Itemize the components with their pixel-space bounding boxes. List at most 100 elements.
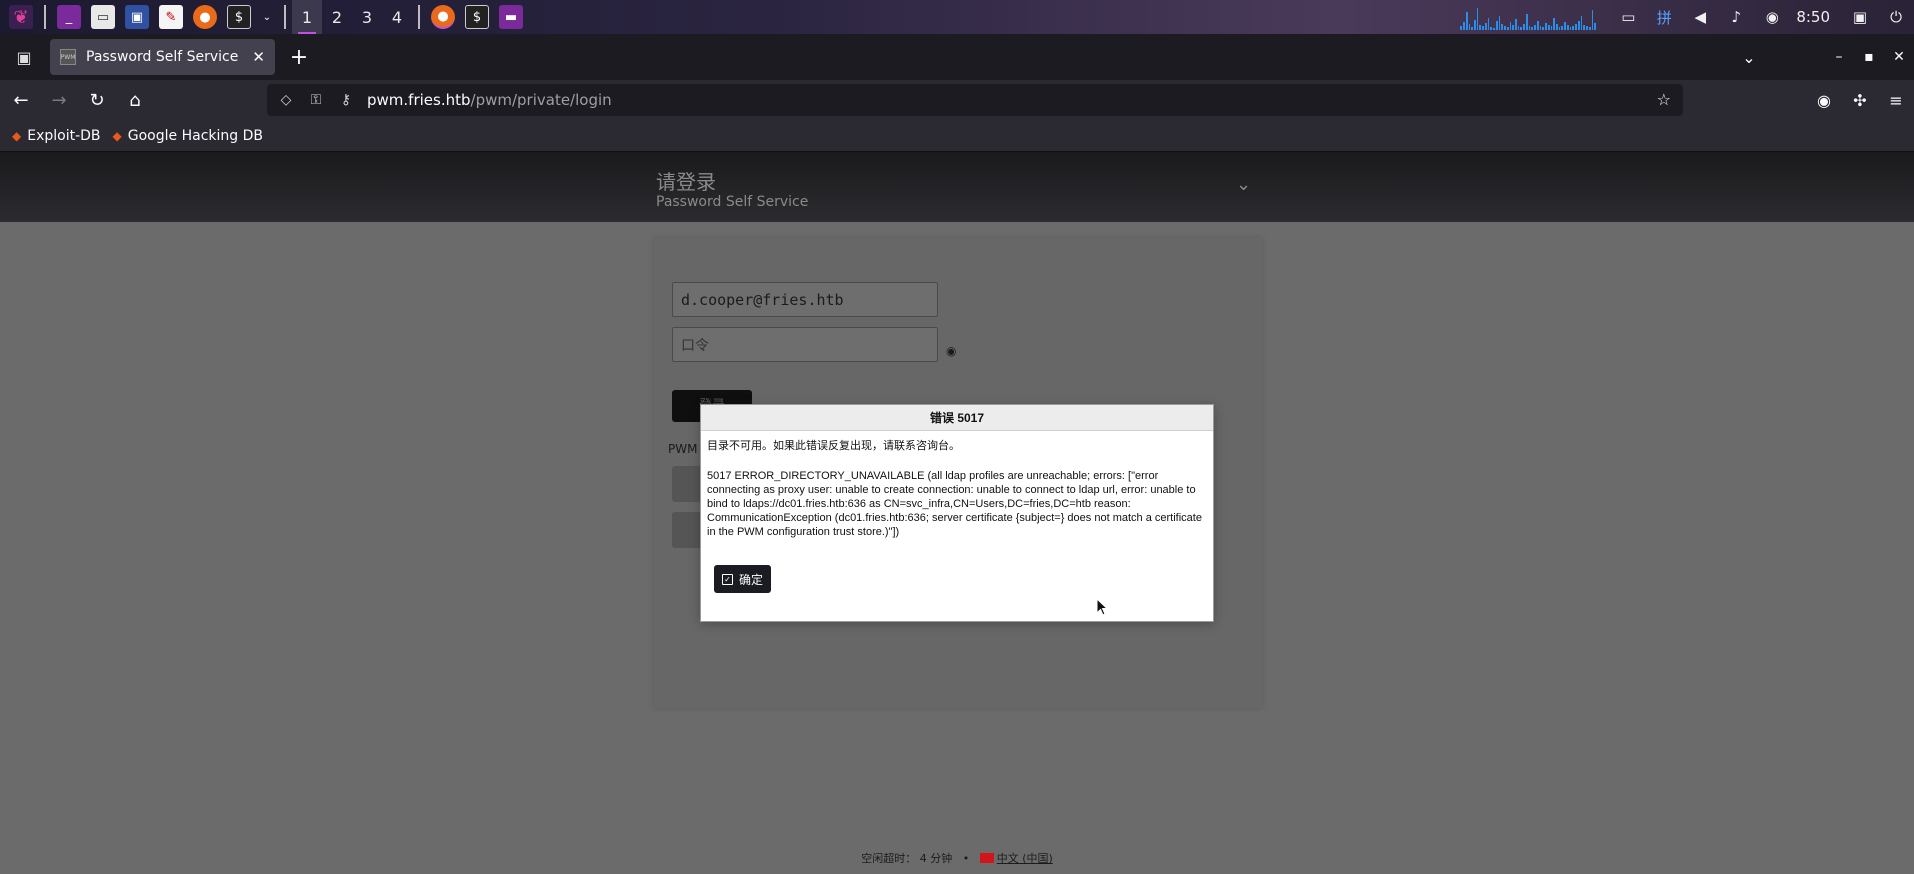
cpu-graph-bar [1572,26,1575,30]
kali-menu-icon[interactable]: ❦ [9,5,33,29]
cpu-graph-bar [1512,25,1514,30]
url-host: pwm.fries.htb [367,91,471,109]
cpu-graph-bar [1550,26,1553,30]
cpu-graph-bar [1473,20,1476,30]
idle-timeout-text: 空闲超时： 4 分钟 [861,852,953,865]
terminal-window-icon[interactable]: $ [465,5,489,29]
bookmark-google-hacking-db[interactable]: ◆ Google Hacking DB [113,128,263,144]
workspace-3[interactable]: 3 [352,0,382,34]
pwm-favicon-icon: PWM [60,49,76,65]
new-tab-plus-icon[interactable]: + [283,41,315,73]
pwm-header: 请登录 Password Self Service ⌄ [0,152,1914,222]
url-text[interactable]: pwm.fries.htb/pwm/private/login [367,91,612,109]
cpu-graph-bar [1561,26,1564,30]
volume-icon[interactable]: ◀ [1690,7,1710,27]
cpu-graph-bar [1536,21,1539,30]
home-icon[interactable]: ⌂ [118,83,152,117]
bookmark-exploit-db[interactable]: ◆ Exploit-DB [12,128,101,144]
close-window-icon[interactable]: ✕ [1884,49,1914,65]
cpu-graph-bar [1588,27,1591,30]
password-field[interactable]: 口令 [672,327,938,362]
cpu-graph-bar [1553,18,1556,30]
tab-close-icon[interactable]: ✕ [252,48,265,66]
dialog-error-detail: 5017 ERROR_DIRECTORY_UNAVAILABLE (all ld… [707,470,1202,538]
cpu-graph-bar [1487,18,1490,30]
cpu-graph-bar [1460,26,1463,30]
checkmark-icon: ✓ [722,573,733,585]
list-all-tabs-chevron-icon[interactable]: ⌄ [1734,48,1764,67]
reload-icon[interactable]: ↻ [80,83,114,117]
display-icon[interactable]: ▭ [1618,7,1638,27]
lock-icon[interactable]: ▣ [1850,7,1870,27]
cpu-graph-bar [1482,26,1484,30]
file-manager-icon[interactable]: ▭ [91,5,115,29]
browser-tab-bar: ▣ PWM Password Self Service ✕ + ⌄ – ▪ ✕ [0,34,1914,80]
cpu-graph-bar [1542,27,1545,30]
username-field[interactable]: d.cooper@fries.htb [672,282,938,317]
show-password-eye-icon[interactable]: ◉ [946,344,956,358]
cpu-graph-bar [1463,22,1465,30]
workspace-2[interactable]: 2 [322,0,352,34]
terminal-launcher-icon[interactable]: _ [57,5,81,29]
url-bar[interactable]: ◇ ⚿ ⚷ pwm.fries.htb/pwm/private/login ☆ [267,84,1683,116]
cpu-graph-bar [1525,14,1528,30]
back-arrow-icon[interactable]: ← [4,83,38,117]
hamburger-menu-icon[interactable]: ≡ [1878,91,1914,110]
cpu-graph-bar [1468,24,1471,30]
notifications-bell-icon[interactable]: ♪ [1726,7,1746,27]
firefox-launcher-icon[interactable]: ● [193,5,217,29]
workspace-4[interactable]: 4 [382,0,412,34]
cpu-graph-bar [1471,27,1473,30]
power-icon[interactable]: ◉ [1762,7,1782,27]
mouse-cursor-icon [1096,598,1108,616]
forward-arrow-icon[interactable]: → [42,83,76,117]
account-icon[interactable]: ◉ [1806,91,1842,110]
cpu-graph-bar [1539,26,1542,30]
text-editor-icon[interactable]: ✎ [159,5,183,29]
cpu-graph-bar [1591,10,1594,30]
cpu-graph-bar [1564,22,1566,30]
logout-icon[interactable]: ⏻ [1886,7,1906,27]
firefox-view-icon[interactable]: ▣ [6,39,42,75]
taskbar-clock[interactable]: 8:50 [1796,8,1830,26]
root-terminal-icon[interactable]: $ [227,5,251,29]
cpu-graph-bar [1509,22,1512,30]
site-security-lock-icon[interactable]: ⚿ [305,92,327,108]
cpu-graph-bar [1501,24,1504,30]
cpu-graph-bar [1515,19,1517,30]
minimize-icon[interactable]: – [1824,49,1854,65]
extensions-puzzle-icon[interactable]: ✣ [1842,91,1878,110]
tab-password-self-service[interactable]: PWM Password Self Service ✕ [50,39,275,75]
cpu-graph-bar [1575,24,1577,30]
folder-window-icon[interactable]: ▬ [499,5,523,29]
cpu-graph-bar [1490,27,1493,30]
dialog-ok-button[interactable]: ✓ 确定 [714,565,772,593]
cpu-graph-bar [1558,27,1561,30]
cpu-graph-bar [1484,23,1487,30]
screenshot-tool-icon[interactable]: ▣ [125,5,149,29]
bookmark-star-icon[interactable]: ☆ [1657,90,1671,109]
cpu-graph-bar [1556,24,1558,30]
browser-navigation-bar: ← → ↻ ⌂ ◇ ⚿ ⚷ pwm.fries.htb/pwm/private/… [0,80,1914,120]
cpu-graph-bar [1569,27,1572,30]
workspace-1[interactable]: 1 [292,0,322,34]
cpu-graph-bar [1517,26,1520,30]
firefox-window-icon[interactable]: ● [431,5,455,29]
pwm-label: PWM [668,442,698,456]
tracking-shield-icon[interactable]: ◇ [275,92,297,108]
saved-logins-key-icon[interactable]: ⚷ [335,92,357,108]
maximize-icon[interactable]: ▪ [1854,49,1884,65]
exploit-db-favicon-icon: ◆ [12,128,22,143]
cpu-graph-bar [1566,25,1569,30]
language-selector-link[interactable]: 中文 (中国) [997,852,1053,865]
header-menu-chevron-icon[interactable]: ⌄ [1236,174,1251,195]
cpu-graph-bar [1465,12,1468,30]
china-flag-icon [979,853,994,863]
dialog-title: 错误 5017 [701,405,1213,431]
cpu-graph-bar [1534,25,1536,30]
cpu-graph-bar [1545,23,1547,30]
cpu-graph-bar [1506,27,1509,30]
cpu-graph-bar [1528,26,1531,30]
launcher-chevron-down-icon[interactable]: ⌄ [261,5,273,29]
input-method-icon[interactable]: 拼 [1654,7,1674,27]
